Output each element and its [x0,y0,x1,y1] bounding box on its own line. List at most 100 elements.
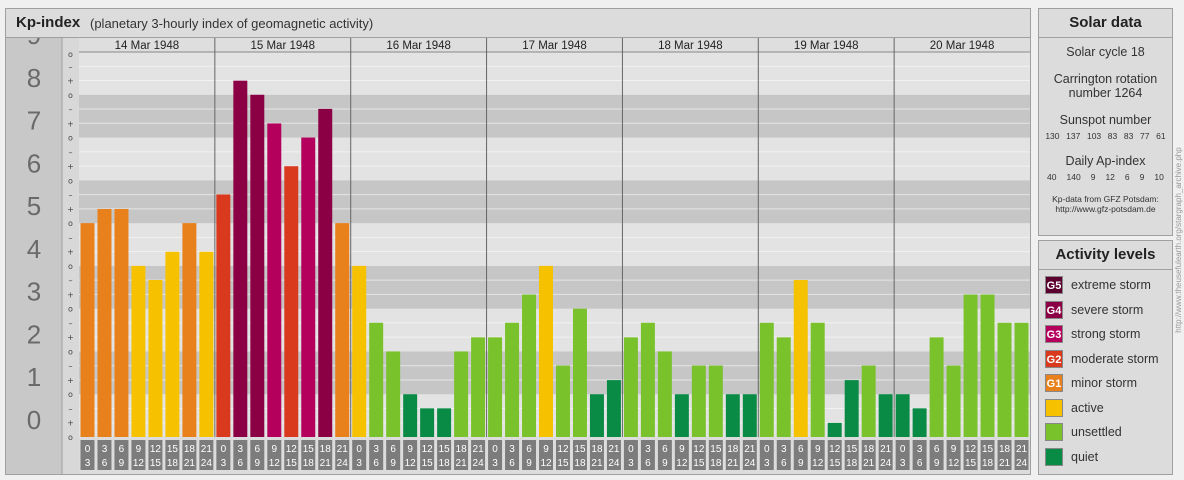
kp-bar [403,394,418,437]
kp-bar [589,394,604,437]
kp-bar [844,380,859,437]
kp-bar [148,280,163,437]
kp-bar [386,351,401,437]
legend-swatch: G3 [1045,325,1063,344]
interval-start: 3 [102,444,108,455]
legend-swatch: G5 [1045,276,1063,295]
interval-end: 6 [238,458,244,469]
activity-levels-panel: Activity levels G5 extreme storm G4 seve… [1038,240,1173,475]
interval-start: 15 [574,444,586,455]
interval-end: 12 [269,458,281,469]
interval-start: 18 [184,444,196,455]
interval-start: 18 [320,444,332,455]
minor-tick-mark: – [69,319,73,328]
interval-start: 12 [557,444,569,455]
credit-line2: http://www.gfz-potsdam.de [1055,204,1156,214]
y-tick-label: 7 [27,106,41,136]
interval-end: 18 [167,458,179,469]
interval-end: 3 [85,458,91,469]
interval-start: 6 [798,444,804,455]
kp-bar [437,408,452,437]
day-label: 14 Mar 1948 [115,40,180,52]
solar-data-panel: Solar data Solar cycle 18 Carrington rot… [1038,8,1173,236]
activity-levels-title: Activity levels [1039,241,1172,270]
legend-label: active [1071,400,1104,415]
kp-bar [97,208,112,437]
interval-end: 9 [662,458,668,469]
interval-start: 3 [645,444,651,455]
minor-tick-mark: o [68,305,73,314]
carrington-line1: Carrington rotation [1053,72,1158,86]
kp-bar [759,322,774,437]
sunspot-value: 130 [1045,131,1060,141]
interval-start: 12 [693,444,705,455]
kp-bar [182,223,197,437]
watermark-text: http://www.theusefulearth.org/stargraph_… [1174,147,1183,333]
interval-end: 3 [492,458,498,469]
minor-tick-mark: – [69,191,73,200]
kp-bar [980,294,995,437]
kp-bar [131,265,146,437]
sunspot-value: 61 [1156,131,1166,141]
legend-swatch [1045,423,1063,442]
y-tick-label: 4 [27,234,41,264]
interval-end: 24 [880,458,892,469]
interval-end: 21 [999,458,1011,469]
interval-start: 12 [829,444,841,455]
kp-bar [539,265,553,437]
legend-swatch: G1 [1045,374,1063,393]
minor-tick-mark: + [67,419,74,428]
minor-tick-mark: – [69,276,73,285]
interval-end: 18 [439,458,451,469]
interval-start: 3 [373,444,379,455]
kp-bar [793,280,808,437]
y-tick-label: 2 [27,319,41,349]
interval-end: 24 [744,458,756,469]
interval-start: 15 [439,444,451,455]
ap-value: 140 [1066,172,1081,182]
interval-start: 0 [900,444,906,455]
interval-end: 18 [303,458,315,469]
kp-bar [742,394,757,437]
sunspot-label: Sunspot number [1059,113,1152,127]
interval-end: 3 [628,458,634,469]
carrington-line2: number 1264 [1068,86,1143,100]
interval-end: 24 [201,458,213,469]
kp-bar [640,322,655,437]
kp-bar [623,337,638,437]
legend-item-g4: G4 severe storm [1039,298,1172,323]
day-label: 17 Mar 1948 [522,40,587,52]
interval-start: 0 [764,444,770,455]
kp-bar [963,294,978,437]
interval-start: 15 [982,444,994,455]
minor-tick-mark: – [69,105,73,114]
minor-tick-mark: + [67,290,74,299]
interval-end: 15 [557,458,569,469]
interval-end: 12 [676,458,688,469]
kp-chart-panel: 0123456789o+–o+–o+–o+–o+–o+–o+–o+–o+–o14… [5,8,1031,475]
interval-end: 18 [846,458,858,469]
legend-item-active: active [1039,396,1172,421]
legend-label: minor storm [1071,376,1137,391]
ap-value: 9 [1090,172,1096,182]
sunspot-value: 83 [1123,131,1134,141]
interval-start: 18 [591,444,603,455]
kp-bar [199,251,214,437]
interval-start: 3 [781,444,787,455]
interval-end: 18 [574,458,586,469]
day-label: 16 Mar 1948 [386,40,451,52]
kp-bar [606,380,621,437]
legend-label: moderate storm [1071,351,1159,366]
legend-swatch: G4 [1045,300,1063,319]
interval-start: 6 [119,444,125,455]
y-tick-label: 6 [27,148,41,178]
kp-bar [335,223,350,437]
kp-bar [997,322,1012,437]
interval-start: 6 [934,444,940,455]
interval-start: 12 [286,444,298,455]
interval-start: 21 [880,444,892,455]
interval-start: 9 [815,444,821,455]
minor-tick-mark: o [68,134,73,143]
sunspot-value: 83 [1107,131,1118,141]
interval-start: 9 [136,444,142,455]
